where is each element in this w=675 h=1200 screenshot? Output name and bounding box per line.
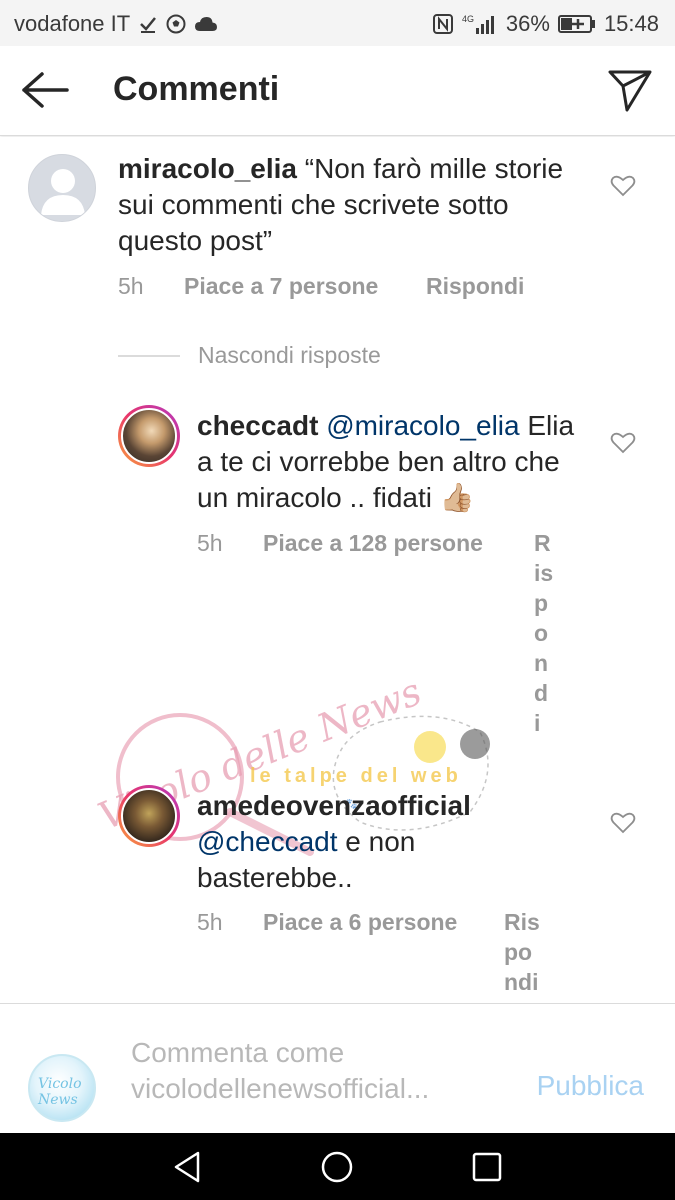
avatar[interactable] <box>118 405 180 467</box>
heart-icon[interactable] <box>610 811 636 835</box>
cloud-icon <box>194 15 218 33</box>
comments-list[interactable]: miracolo_elia “Non farò mille storie sui… <box>0 137 675 1003</box>
direct-send-button[interactable] <box>607 68 653 114</box>
check-icon <box>138 14 158 34</box>
reply-time: 5h <box>197 909 223 935</box>
divider-line <box>118 354 180 357</box>
hide-replies-toggle[interactable]: Nascondi risposte <box>118 342 381 369</box>
likes-link[interactable]: Piace a 7 persone <box>184 273 426 300</box>
status-bar: vodafone IT 4G 36% 15:48 <box>0 0 675 46</box>
app-header: Commenti <box>0 46 675 136</box>
comment-input[interactable]: Commenta come vicolodellenewsofficial... <box>131 1035 511 1107</box>
my-avatar: Vicolo News <box>28 1054 96 1122</box>
comment-time: 5h <box>118 273 144 299</box>
square-recents-icon <box>472 1152 502 1182</box>
reply-body: checcadt @miracolo_elia Elia a te ci vor… <box>197 408 597 516</box>
reply-button[interactable]: Rispondi <box>426 273 524 300</box>
system-nav-bar <box>0 1133 675 1200</box>
avatar[interactable] <box>118 785 180 847</box>
avatar-photo <box>121 788 177 844</box>
carrier-label: vodafone IT <box>14 11 131 36</box>
nfc-icon <box>432 13 454 35</box>
soccer-ball-icon <box>166 14 186 34</box>
page-title: Commenti <box>113 70 280 108</box>
status-left: vodafone IT <box>14 11 218 37</box>
reply-username[interactable]: amedeovenzaofficial <box>197 790 471 821</box>
reply-meta: 5h Piace a 6 persone <box>197 909 503 936</box>
comment-meta: 5h Piace a 7 persone Rispondi <box>118 273 524 300</box>
signal-icon: 4G <box>462 13 498 35</box>
back-button[interactable] <box>20 70 70 110</box>
battery-percent: 36% <box>505 11 550 36</box>
reply-username[interactable]: checcadt <box>197 410 318 441</box>
status-right: 4G 36% 15:48 <box>432 11 659 37</box>
battery-charging-icon <box>557 14 596 34</box>
comment-username[interactable]: miracolo_elia <box>118 153 297 184</box>
comment-composer: Vicolo News Commenta come vicolodellenew… <box>0 1003 675 1133</box>
hide-replies-label: Nascondi risposte <box>198 342 381 368</box>
nav-back-button[interactable] <box>170 1149 206 1185</box>
reply-body: amedeovenzaofficial @checcadt e non bast… <box>197 788 517 896</box>
reply-meta: 5h Piace a 128 persone <box>197 530 535 557</box>
arrow-left-icon <box>22 72 69 108</box>
publish-button[interactable]: Pubblica <box>537 1070 644 1102</box>
triangle-back-icon <box>174 1151 200 1183</box>
likes-link[interactable]: Piace a 128 persone <box>263 530 535 557</box>
heart-icon[interactable] <box>610 431 636 455</box>
my-avatar-logo: Vicolo News <box>38 1076 82 1108</box>
default-avatar-icon <box>41 169 85 215</box>
reply-button[interactable]: Rispondi <box>504 907 546 997</box>
watermark-banner-text: le talpe del web <box>250 765 462 787</box>
reply-time: 5h <box>197 530 223 556</box>
paper-plane-icon <box>608 70 652 112</box>
mention-link[interactable]: @miracolo_elia <box>326 410 519 441</box>
likes-link[interactable]: Piace a 6 persone <box>263 909 503 936</box>
nav-recents-button[interactable] <box>469 1149 505 1185</box>
heart-icon[interactable] <box>610 174 636 198</box>
avatar[interactable] <box>28 154 96 222</box>
reply-button[interactable]: Rispondi <box>534 528 554 738</box>
circle-home-icon <box>321 1151 353 1183</box>
mention-link[interactable]: @checcadt <box>197 826 338 857</box>
network-label: 4G <box>462 14 474 24</box>
avatar-photo <box>121 408 177 464</box>
clock: 15:48 <box>603 11 659 36</box>
comment-body: miracolo_elia “Non farò mille storie sui… <box>118 151 598 259</box>
nav-home-button[interactable] <box>319 1149 355 1185</box>
